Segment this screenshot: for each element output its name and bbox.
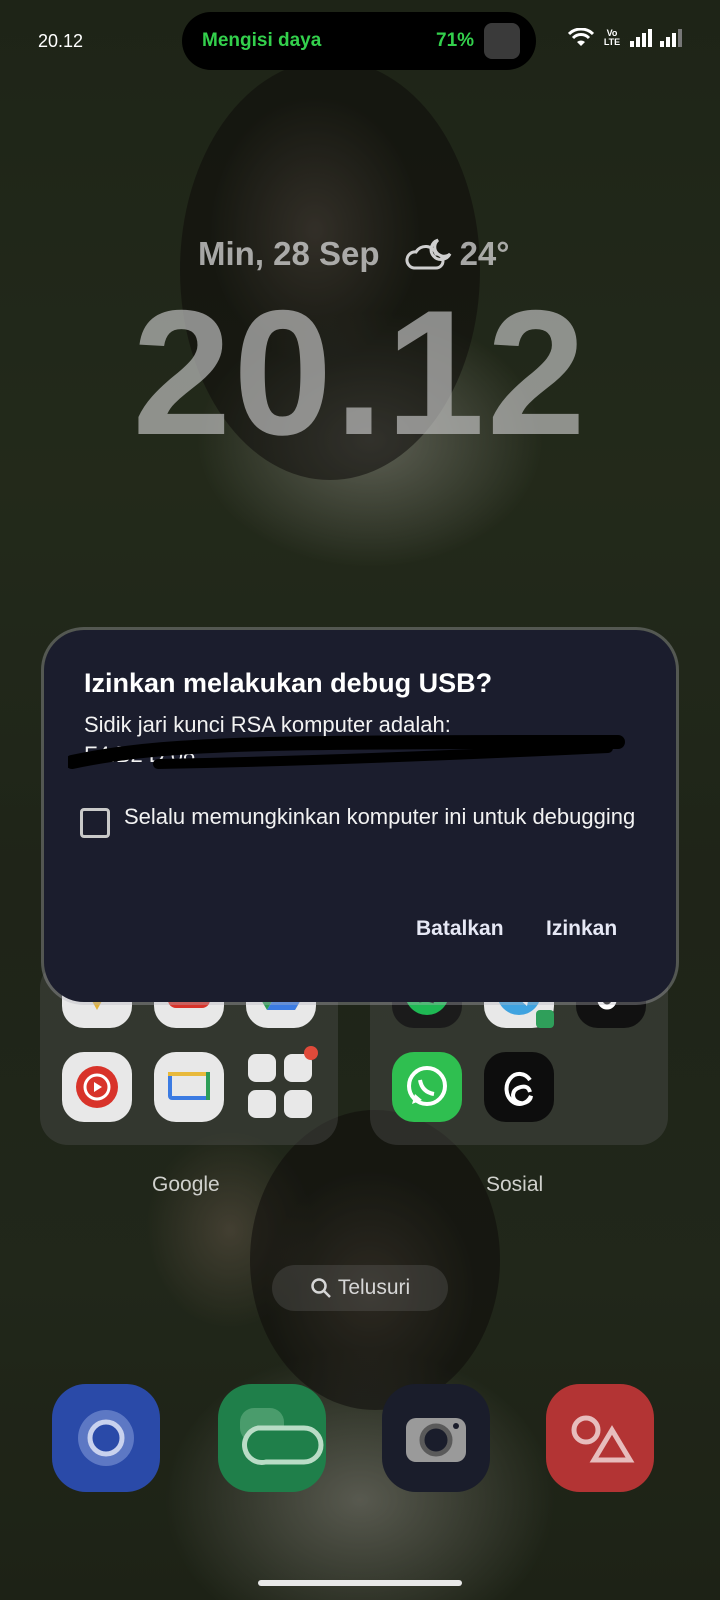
always-allow-label: Selalu memungkinkan komputer ini untuk d… xyxy=(124,804,636,829)
messages-icon[interactable] xyxy=(218,1384,326,1492)
folder-label-sosial: Sosial xyxy=(486,1173,544,1196)
lock-date: Min, 28 Sep xyxy=(198,235,380,272)
gesture-bar[interactable] xyxy=(258,1580,462,1586)
status-icons: Vo LTE xyxy=(568,28,684,48)
folder-label-google: Google xyxy=(152,1173,220,1196)
google-apps-mini-folder-icon[interactable] xyxy=(248,1046,318,1124)
volte-icon: Vo LTE xyxy=(603,28,621,47)
status-time: 20.12 xyxy=(38,31,84,51)
google-tv-icon[interactable] xyxy=(154,1052,224,1122)
cancel-button[interactable]: Batalkan xyxy=(416,917,504,941)
gallery-icon[interactable] xyxy=(546,1384,654,1492)
lock-temperature: 24° xyxy=(459,235,510,272)
signal-icon xyxy=(630,29,652,47)
search-pill[interactable]: Telusuri xyxy=(272,1265,448,1311)
charging-pill[interactable]: Mengisi daya 71% xyxy=(182,12,536,70)
youtube-music-icon[interactable] xyxy=(62,1052,132,1122)
redaction-scribble xyxy=(68,735,625,769)
search-icon xyxy=(311,1278,331,1298)
camera-icon[interactable] xyxy=(382,1384,490,1492)
battery-percent: 71% xyxy=(436,30,475,51)
wifi-icon xyxy=(568,28,594,46)
search-label: Telusuri xyxy=(337,1276,411,1299)
charging-label: Mengisi daya xyxy=(202,30,322,51)
threads-icon[interactable] xyxy=(484,1052,554,1122)
charging-indicator-icon xyxy=(484,23,520,59)
always-allow-checkbox[interactable] xyxy=(80,808,110,838)
usb-debug-dialog: Izinkan melakukan debug USB? Sidik jari … xyxy=(44,630,676,1002)
browser-icon[interactable] xyxy=(52,1384,160,1492)
always-allow-row[interactable]: Selalu memungkinkan komputer ini untuk d… xyxy=(80,802,640,838)
whatsapp-icon[interactable] xyxy=(392,1052,462,1122)
dialog-title: Izinkan melakukan debug USB? xyxy=(84,668,493,698)
lock-clock: 20.12 xyxy=(132,273,588,472)
allow-button[interactable]: Izinkan xyxy=(546,917,617,941)
cloud-moon-icon xyxy=(405,238,451,270)
signal-icon xyxy=(660,29,682,47)
